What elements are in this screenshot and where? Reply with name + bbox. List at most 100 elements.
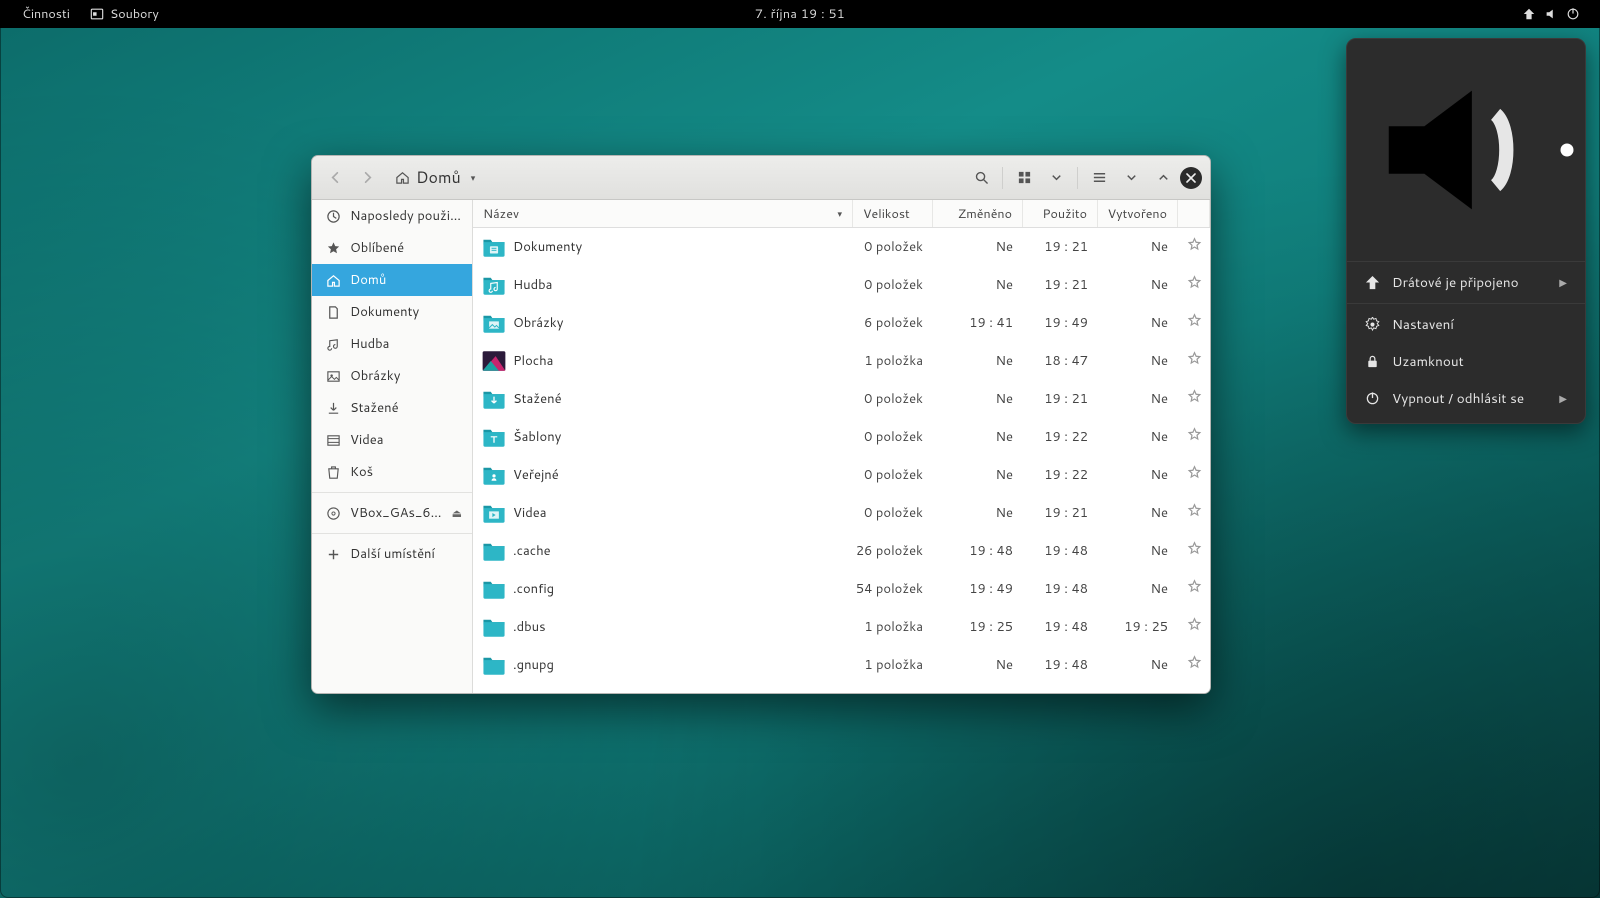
file-size: 1 položka bbox=[853, 352, 933, 370]
sidebar-item-downloads[interactable]: Stažené bbox=[312, 392, 472, 424]
file-row[interactable]: .cache26 položek19 : 4819 : 48Ne bbox=[473, 532, 1210, 570]
forward-button[interactable] bbox=[352, 163, 382, 193]
file-used: 19 : 48 bbox=[1023, 656, 1098, 674]
column-header-name[interactable]: Název▾ bbox=[473, 200, 853, 227]
file-created: 19 : 25 bbox=[1098, 618, 1178, 636]
column-header-star[interactable] bbox=[1178, 200, 1210, 227]
sidebar-item-label: Oblíbené bbox=[350, 239, 404, 257]
star-toggle[interactable] bbox=[1178, 655, 1210, 675]
menu-item-network[interactable]: Drátové je připojeno ▶ bbox=[1347, 264, 1585, 301]
star-toggle[interactable] bbox=[1178, 465, 1210, 485]
sidebar-item-music[interactable]: Hudba bbox=[312, 328, 472, 360]
column-header-changed[interactable]: Změněno bbox=[933, 200, 1023, 227]
star-icon bbox=[326, 241, 341, 256]
disc-icon bbox=[326, 506, 341, 521]
star-toggle[interactable] bbox=[1178, 427, 1210, 447]
clock-icon bbox=[326, 209, 341, 224]
file-rows: Dokumenty0 položekNe19 : 21NeHudba0 polo… bbox=[473, 228, 1210, 693]
home-icon bbox=[395, 170, 410, 185]
star-toggle[interactable] bbox=[1178, 237, 1210, 257]
star-toggle[interactable] bbox=[1178, 503, 1210, 523]
dropdown-triangle-icon: ▾ bbox=[471, 171, 476, 184]
file-row[interactable]: .gnupg1 položkaNe19 : 48Ne bbox=[473, 646, 1210, 684]
file-row[interactable]: Dokumenty0 položekNe19 : 21Ne bbox=[473, 228, 1210, 266]
sidebar-item-label: VBox_GAs_6.… bbox=[350, 504, 443, 522]
view-options-button[interactable] bbox=[1041, 163, 1071, 193]
star-toggle[interactable] bbox=[1178, 389, 1210, 409]
folder-icon bbox=[481, 348, 507, 374]
sidebar-item-other-locations[interactable]: Další umístění bbox=[312, 538, 472, 570]
plus-icon bbox=[326, 547, 341, 562]
sidebar-item-pictures[interactable]: Obrázky bbox=[312, 360, 472, 392]
network-indicator-icon[interactable] bbox=[1522, 7, 1536, 21]
file-row[interactable]: Hudba0 položekNe19 : 21Ne bbox=[473, 266, 1210, 304]
path-label: Domů bbox=[416, 166, 461, 189]
sidebar-item-label: Dokumenty bbox=[350, 303, 419, 321]
sidebar-item-starred[interactable]: Oblíbené bbox=[312, 232, 472, 264]
menu-item-label: Drátové je připojeno bbox=[1392, 273, 1519, 292]
clock[interactable]: 7. října 19 : 51 bbox=[755, 5, 845, 23]
file-name: Dokumenty bbox=[513, 238, 582, 256]
downloads-icon bbox=[326, 401, 341, 416]
file-row[interactable]: .dbus1 položka19 : 2519 : 4819 : 25 bbox=[473, 608, 1210, 646]
menu-item-settings[interactable]: Nastavení bbox=[1347, 306, 1585, 343]
search-button[interactable] bbox=[966, 163, 996, 193]
back-button[interactable] bbox=[320, 163, 350, 193]
sidebar-item-home[interactable]: Domů bbox=[312, 264, 472, 296]
file-row[interactable]: Veřejné0 položekNe19 : 22Ne bbox=[473, 456, 1210, 494]
close-button[interactable] bbox=[1180, 167, 1202, 189]
eject-icon[interactable]: ⏏ bbox=[452, 505, 462, 521]
column-header-created[interactable]: Vytvořeno bbox=[1098, 200, 1178, 227]
sidebar-item-trash[interactable]: Koš bbox=[312, 456, 472, 488]
power-indicator-icon[interactable] bbox=[1566, 7, 1580, 21]
file-row[interactable]: Šablony0 položekNe19 : 22Ne bbox=[473, 418, 1210, 456]
column-header-size[interactable]: Velikost bbox=[853, 200, 933, 227]
file-row[interactable]: Videa0 položekNe19 : 21Ne bbox=[473, 494, 1210, 532]
column-header-used[interactable]: Použito bbox=[1023, 200, 1098, 227]
volume-icon bbox=[1365, 55, 1555, 245]
star-toggle[interactable] bbox=[1178, 351, 1210, 371]
sidebar-item-vbox-disc[interactable]: VBox_GAs_6.… ⏏ bbox=[312, 497, 472, 529]
maximize-button[interactable] bbox=[1148, 163, 1178, 193]
star-toggle[interactable] bbox=[1178, 313, 1210, 333]
folder-icon bbox=[481, 234, 507, 260]
pictures-icon bbox=[326, 369, 341, 384]
file-created: Ne bbox=[1098, 428, 1178, 446]
star-toggle[interactable] bbox=[1178, 541, 1210, 561]
sort-indicator-icon: ▾ bbox=[837, 207, 842, 220]
hamburger-menu-button[interactable] bbox=[1084, 163, 1114, 193]
path-bar[interactable]: Domů ▾ bbox=[386, 161, 486, 194]
file-created: Ne bbox=[1098, 390, 1178, 408]
file-used: 19 : 48 bbox=[1023, 542, 1098, 560]
file-created: Ne bbox=[1098, 314, 1178, 332]
file-name: .dbus bbox=[513, 618, 546, 636]
file-row[interactable]: Stažené0 položekNe19 : 21Ne bbox=[473, 380, 1210, 418]
file-size: 0 položek bbox=[853, 238, 933, 256]
file-changed: Ne bbox=[933, 352, 1023, 370]
file-row[interactable]: .config54 položek19 : 4919 : 48Ne bbox=[473, 570, 1210, 608]
active-app-menu[interactable]: Soubory bbox=[82, 3, 167, 25]
file-name: Šablony bbox=[513, 428, 561, 446]
star-toggle[interactable] bbox=[1178, 579, 1210, 599]
sidebar: Naposledy použité Oblíbené Domů Dokument… bbox=[312, 200, 473, 693]
file-row[interactable]: Obrázky6 položek19 : 4119 : 49Ne bbox=[473, 304, 1210, 342]
sidebar-item-label: Domů bbox=[350, 271, 386, 289]
view-grid-button[interactable] bbox=[1009, 163, 1039, 193]
menu-item-lock[interactable]: Uzamknout bbox=[1347, 343, 1585, 380]
sidebar-item-recent[interactable]: Naposledy použité bbox=[312, 200, 472, 232]
file-changed: 19 : 48 bbox=[933, 542, 1023, 560]
activities-button[interactable]: Činnosti bbox=[14, 3, 78, 25]
file-name: Hudba bbox=[513, 276, 552, 294]
sidebar-item-documents[interactable]: Dokumenty bbox=[312, 296, 472, 328]
minimize-button[interactable] bbox=[1116, 163, 1146, 193]
star-toggle[interactable] bbox=[1178, 275, 1210, 295]
star-toggle[interactable] bbox=[1178, 617, 1210, 637]
menu-item-power[interactable]: Vypnout / odhlásit se ▶ bbox=[1347, 380, 1585, 417]
sidebar-item-label: Naposledy použité bbox=[350, 207, 462, 225]
file-changed: 19 : 41 bbox=[933, 314, 1023, 332]
file-created: Ne bbox=[1098, 580, 1178, 598]
wired-network-icon bbox=[1365, 275, 1380, 290]
volume-indicator-icon[interactable] bbox=[1544, 7, 1558, 21]
sidebar-item-videos[interactable]: Videa bbox=[312, 424, 472, 456]
file-row[interactable]: Plocha1 položkaNe18 : 47Ne bbox=[473, 342, 1210, 380]
